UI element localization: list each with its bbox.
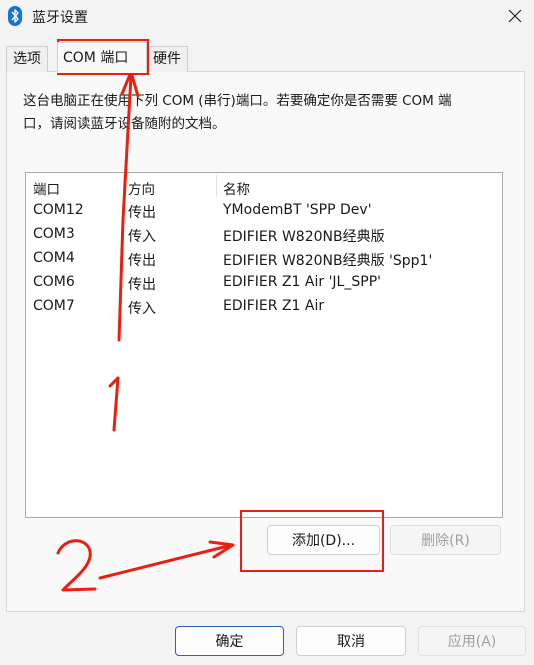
tab-label: 硬件	[153, 51, 181, 67]
name-cell: EDIFIER W820NB经典版 'Spp1'	[223, 253, 433, 269]
direction-cell: 传入	[128, 229, 156, 245]
name-cell: EDIFIER Z1 Air 'JL_SPP'	[223, 274, 381, 290]
remove-button[interactable]: 删除(R)	[390, 525, 501, 555]
port-cell: COM4	[33, 250, 75, 266]
ok-button-label: 确定	[215, 634, 244, 650]
window-title: 蓝牙设置	[32, 10, 88, 26]
table-row[interactable]: COM6 传出 EDIFIER Z1 Air 'JL_SPP'	[26, 271, 502, 295]
title-bar: 蓝牙设置	[0, 0, 534, 34]
name-cell: EDIFIER W820NB经典版	[223, 229, 385, 245]
direction-cell: 传出	[128, 277, 156, 293]
add-button[interactable]: 添加(D)...	[267, 525, 380, 555]
tab-hardware[interactable]: 硬件	[146, 46, 188, 72]
ok-button[interactable]: 确定	[175, 626, 284, 656]
description-text: 这台电脑正在使用下列 COM (串行)端口。若要确定你是否需要 COM 端 口，…	[23, 90, 513, 136]
port-cell: COM3	[33, 226, 75, 242]
tab-label: 选项	[13, 51, 41, 67]
port-cell: COM6	[33, 274, 75, 290]
column-header-direction[interactable]: 方向	[128, 178, 155, 198]
table-row[interactable]: COM12 传出 YModemBT 'SPP Dev'	[26, 199, 502, 223]
close-button[interactable]	[500, 2, 530, 30]
com-port-list[interactable]: 端口 方向 名称 COM12 传出 YModemBT 'SPP Dev' COM…	[25, 172, 503, 518]
bluetooth-icon	[8, 6, 22, 26]
column-header-port[interactable]: 端口	[33, 178, 60, 198]
column-header-name[interactable]: 名称	[223, 178, 250, 198]
direction-cell: 传入	[128, 301, 156, 317]
column-divider[interactable]	[123, 175, 124, 197]
column-divider[interactable]	[216, 175, 217, 197]
tab-com-ports[interactable]: COM 端口	[57, 42, 147, 73]
list-header: 端口 方向 名称	[26, 173, 502, 199]
apply-button-label: 应用(A)	[447, 634, 497, 650]
name-cell: YModemBT 'SPP Dev'	[223, 202, 372, 218]
description-line: 口，请阅读蓝牙设备随附的文档。	[23, 116, 226, 132]
table-row[interactable]: COM4 传出 EDIFIER W820NB经典版 'Spp1'	[26, 247, 502, 271]
cancel-button[interactable]: 取消	[296, 626, 406, 656]
close-icon	[508, 9, 522, 23]
tab-label: COM 端口	[63, 50, 129, 66]
tab-options[interactable]: 选项	[6, 46, 48, 72]
apply-button[interactable]: 应用(A)	[418, 626, 526, 656]
name-cell: EDIFIER Z1 Air	[223, 298, 325, 314]
port-cell: COM7	[33, 298, 75, 314]
table-row[interactable]: COM7 传入 EDIFIER Z1 Air	[26, 295, 502, 319]
description-line: 这台电脑正在使用下列 COM (串行)端口。若要确定你是否需要 COM 端	[23, 93, 452, 109]
tab-strip: 选项 COM 端口 硬件	[0, 42, 534, 73]
add-button-label: 添加(D)...	[291, 533, 356, 549]
direction-cell: 传出	[128, 205, 156, 221]
direction-cell: 传出	[128, 253, 156, 269]
remove-button-label: 删除(R)	[421, 533, 470, 549]
table-row[interactable]: COM3 传入 EDIFIER W820NB经典版	[26, 223, 502, 247]
cancel-button-label: 取消	[337, 634, 365, 650]
port-cell: COM12	[33, 202, 84, 218]
